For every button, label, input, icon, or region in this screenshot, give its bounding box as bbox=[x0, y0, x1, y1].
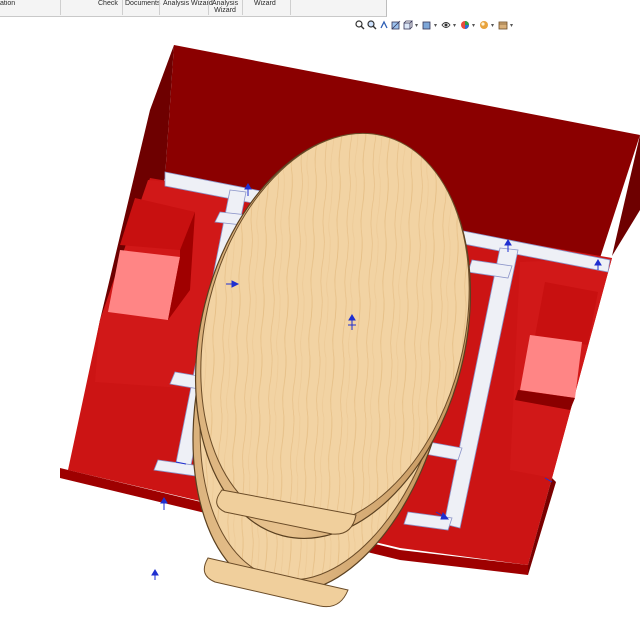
chevron-down-icon[interactable]: ▾ bbox=[415, 22, 420, 29]
zoom-to-area-icon[interactable] bbox=[367, 19, 377, 31]
view-orientation-icon[interactable] bbox=[403, 19, 413, 31]
zoom-to-fit-icon[interactable] bbox=[355, 19, 365, 31]
chevron-down-icon[interactable]: ▾ bbox=[434, 22, 439, 29]
heads-up-view-toolbar: ▾ ▾ ▾ ▾ ▾ ▾ bbox=[355, 18, 515, 32]
right-block-face bbox=[520, 335, 582, 398]
chevron-down-icon[interactable]: ▾ bbox=[510, 22, 515, 29]
edit-appearance-icon[interactable] bbox=[460, 19, 470, 31]
left-block-face bbox=[108, 250, 180, 320]
display-style-icon[interactable] bbox=[422, 19, 432, 31]
chevron-down-icon[interactable]: ▾ bbox=[491, 22, 496, 29]
hide-show-items-icon[interactable] bbox=[441, 19, 451, 31]
view-settings-icon[interactable] bbox=[498, 19, 508, 31]
apply-scene-icon[interactable] bbox=[479, 19, 489, 31]
chevron-down-icon[interactable]: ▾ bbox=[472, 22, 477, 29]
graphics-viewport[interactable] bbox=[0, 0, 640, 626]
sketch-point-icon bbox=[151, 569, 159, 580]
previous-view-icon[interactable] bbox=[379, 19, 389, 31]
section-view-icon[interactable] bbox=[391, 19, 401, 31]
chevron-down-icon[interactable]: ▾ bbox=[453, 22, 458, 29]
right-block-top bbox=[535, 282, 598, 345]
